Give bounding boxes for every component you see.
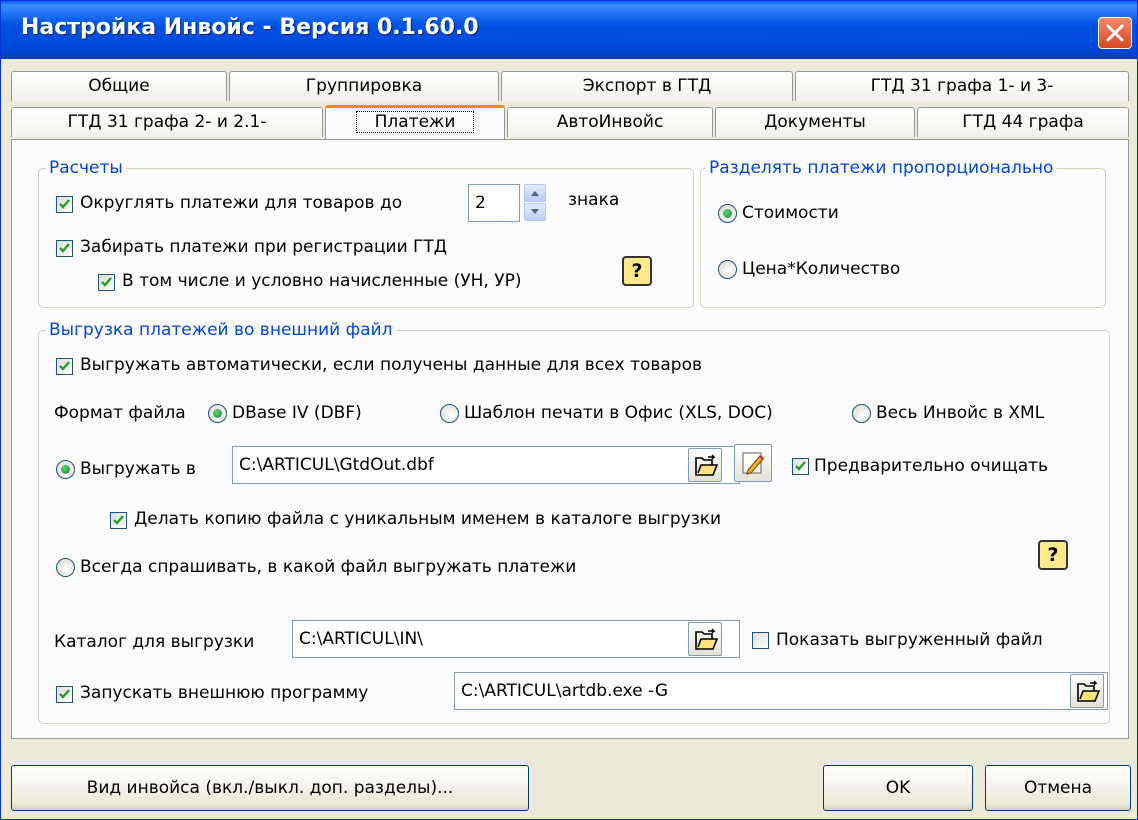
settings-dialog: Настройка Инвойс - Версия 0.1.60.0 Общие… <box>0 0 1138 820</box>
tab-label: ГТД 44 графа <box>962 112 1084 132</box>
ok-button[interactable]: OK <box>823 765 973 811</box>
dir-label: Каталог для выгрузки <box>54 632 255 652</box>
tab-gtd44[interactable]: ГТД 44 графа <box>917 107 1129 137</box>
run-program-label: Запускать внешнюю программу <box>80 683 369 703</box>
take-checkbox[interactable] <box>56 240 73 257</box>
conditional-label: В том числе и условно начисленные (УН, У… <box>122 271 522 291</box>
take-label: Забирать платежи при регистрации ГТД <box>80 237 448 257</box>
tab-gtd31-1-3[interactable]: ГТД 31 графа 1- и 3- <box>795 71 1129 101</box>
round-label: Округлять платежи для товаров до <box>80 193 403 213</box>
calc-group-title: Расчеты <box>46 158 126 178</box>
always-ask-radio[interactable] <box>56 558 75 577</box>
payments-panel: Расчеты Округлять платежи для товаров до… <box>11 139 1129 739</box>
tab-label: Общие <box>88 76 150 96</box>
tab-payments[interactable]: Платежи <box>325 105 505 139</box>
help-icon: ? <box>631 260 643 282</box>
export-path-edit-button[interactable] <box>734 444 772 482</box>
tab-label: Платежи <box>355 111 475 133</box>
export-help-button[interactable]: ? <box>1038 540 1068 570</box>
format-dbf-label: DBase IV (DBF) <box>232 403 362 423</box>
checkmark-icon <box>113 515 124 525</box>
split-cost-label: Стоимости <box>742 203 839 223</box>
show-file-checkbox[interactable] <box>752 632 769 649</box>
tab-label: Экспорт в ГТД <box>582 76 712 96</box>
folder-open-icon <box>1077 680 1100 702</box>
folder-open-icon <box>695 628 718 650</box>
export-path-input[interactable]: C:\ARTICUL\GtdOut.dbf <box>232 446 740 484</box>
split-price-qty-radio[interactable] <box>718 260 737 279</box>
cancel-button[interactable]: Отмена <box>985 765 1131 811</box>
export-to-radio[interactable] <box>56 460 75 479</box>
round-digits-spinner[interactable] <box>524 184 546 222</box>
format-office-label: Шаблон печати в Офис (XLS, DOC) <box>464 403 773 423</box>
tab-autoinvoice[interactable]: АвтоИнвойс <box>507 107 713 137</box>
export-to-label: Выгружать в <box>80 459 196 479</box>
tab-documents[interactable]: Документы <box>715 107 915 137</box>
dir-path-input[interactable]: C:\ARTICUL\IN\ <box>292 620 740 658</box>
auto-export-checkbox[interactable] <box>56 358 73 375</box>
export-path-browse-button[interactable] <box>688 448 722 482</box>
close-icon <box>1106 24 1124 42</box>
run-program-browse-button[interactable] <box>1070 674 1104 708</box>
preclear-label: Предварительно очищать <box>814 456 1049 476</box>
chevron-up-icon <box>531 191 539 196</box>
preclear-checkbox[interactable] <box>792 458 809 475</box>
tab-label: АвтоИнвойс <box>556 112 664 132</box>
checkmark-icon <box>59 361 70 371</box>
split-price-qty-label: Цена*Количество <box>742 259 901 279</box>
tab-label: Группировка <box>305 76 423 96</box>
round-suffix: знака <box>568 190 620 210</box>
auto-export-label: Выгружать автоматически, если получены д… <box>80 355 703 375</box>
spin-down-button[interactable] <box>524 203 546 221</box>
format-xml-label: Весь Инвойс в XML <box>876 403 1045 423</box>
tab-label: Документы <box>764 112 866 132</box>
checkmark-icon <box>101 277 112 287</box>
always-ask-label: Всегда спрашивать, в какой файл выгружат… <box>80 557 577 577</box>
split-cost-radio[interactable] <box>718 204 737 223</box>
invoice-view-button[interactable]: Вид инвойса (вкл./выкл. доп. разделы)... <box>11 765 529 811</box>
copy-unique-checkbox[interactable] <box>110 512 127 529</box>
run-program-path-input[interactable]: C:\ARTICUL\artdb.exe -G <box>454 672 1108 710</box>
tab-gtd31-2[interactable]: ГТД 31 графа 2- и 2.1- <box>11 107 323 137</box>
window-title: Настройка Инвойс - Версия 0.1.60.0 <box>21 15 479 40</box>
round-checkbox[interactable] <box>56 196 73 213</box>
checkmark-icon <box>59 243 70 253</box>
tab-label: ГТД 31 графа 1- и 3- <box>870 76 1054 96</box>
round-digits-input[interactable]: 2 <box>468 184 520 222</box>
split-group <box>700 168 1106 308</box>
format-xml-radio[interactable] <box>852 404 871 423</box>
format-label: Формат файла <box>54 403 186 423</box>
format-dbf-radio[interactable] <box>208 404 227 423</box>
copy-unique-label: Делать копию файла с уникальным именем в… <box>134 509 722 529</box>
run-program-checkbox[interactable] <box>56 686 73 703</box>
checkmark-icon <box>59 199 70 209</box>
format-office-radio[interactable] <box>440 404 459 423</box>
tab-grouping[interactable]: Группировка <box>229 71 499 101</box>
folder-open-icon <box>695 454 718 476</box>
show-file-label: Показать выгруженный файл <box>776 630 1043 650</box>
tab-export-gtd[interactable]: Экспорт в ГТД <box>501 71 793 101</box>
dir-path-browse-button[interactable] <box>688 622 722 656</box>
split-group-title: Разделять платежи пропорционально <box>706 158 1057 178</box>
close-button[interactable] <box>1098 17 1132 49</box>
export-group-title: Выгрузка платежей во внешний файл <box>46 320 396 340</box>
spin-up-button[interactable] <box>524 184 546 202</box>
edit-icon <box>742 452 764 475</box>
calc-help-button[interactable]: ? <box>622 256 652 286</box>
conditional-checkbox[interactable] <box>98 274 115 291</box>
help-icon: ? <box>1047 544 1059 566</box>
title-bar[interactable]: Настройка Инвойс - Версия 0.1.60.0 <box>1 1 1137 59</box>
checkmark-icon <box>59 689 70 699</box>
checkmark-icon <box>795 461 806 471</box>
tab-label: ГТД 31 графа 2- и 2.1- <box>67 112 267 132</box>
tab-general[interactable]: Общие <box>11 71 227 101</box>
chevron-down-icon <box>531 209 539 214</box>
